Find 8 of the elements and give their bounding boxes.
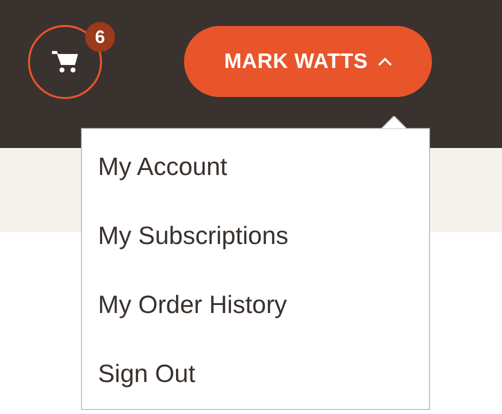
cart-count-badge: 6 [85, 22, 115, 52]
menu-item[interactable]: My Account [98, 133, 228, 202]
user-menu-button[interactable]: MARK WATTS [184, 26, 432, 97]
cart-icon [52, 50, 78, 74]
menu-item[interactable]: My Subscriptions [98, 202, 288, 271]
chevron-icon [378, 57, 392, 66]
menu-item[interactable]: My Order History [98, 271, 287, 340]
menu-item[interactable]: Sign Out [98, 340, 196, 409]
